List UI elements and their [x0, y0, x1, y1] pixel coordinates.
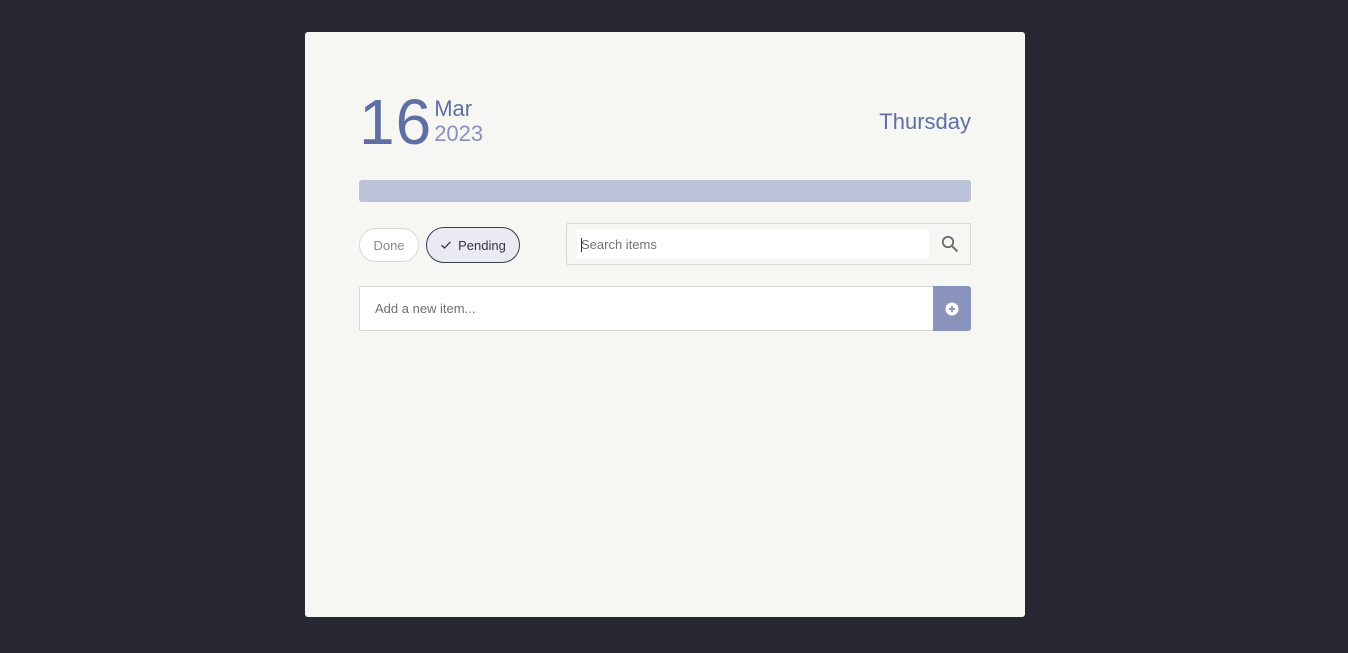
add-item-row — [359, 286, 971, 331]
year-label: 2023 — [434, 121, 484, 146]
plus-circle-icon — [945, 302, 959, 315]
search-box — [566, 223, 971, 265]
weekday-label: Thursday — [879, 109, 971, 134]
progress-bar — [359, 180, 971, 202]
text-caret — [581, 238, 582, 252]
todo-card: 16 Mar 2023 Thursday Done Pending — [305, 32, 1025, 617]
progress-fill — [359, 180, 971, 202]
filter-done-button[interactable]: Done — [359, 228, 419, 262]
check-icon — [441, 241, 452, 249]
search-icon[interactable] — [941, 235, 959, 253]
day-number: 16 — [359, 86, 433, 158]
date-display: 16 Mar 2023 — [359, 90, 483, 154]
add-item-button[interactable] — [933, 286, 971, 331]
month-year: Mar 2023 — [434, 97, 483, 147]
search-input[interactable] — [577, 229, 929, 259]
month-label: Mar — [434, 96, 473, 121]
add-item-input[interactable] — [359, 286, 933, 331]
filter-pending-label: Pending — [458, 237, 506, 253]
filter-done-label: Done — [373, 237, 405, 253]
filter-pending-button[interactable]: Pending — [426, 227, 520, 263]
